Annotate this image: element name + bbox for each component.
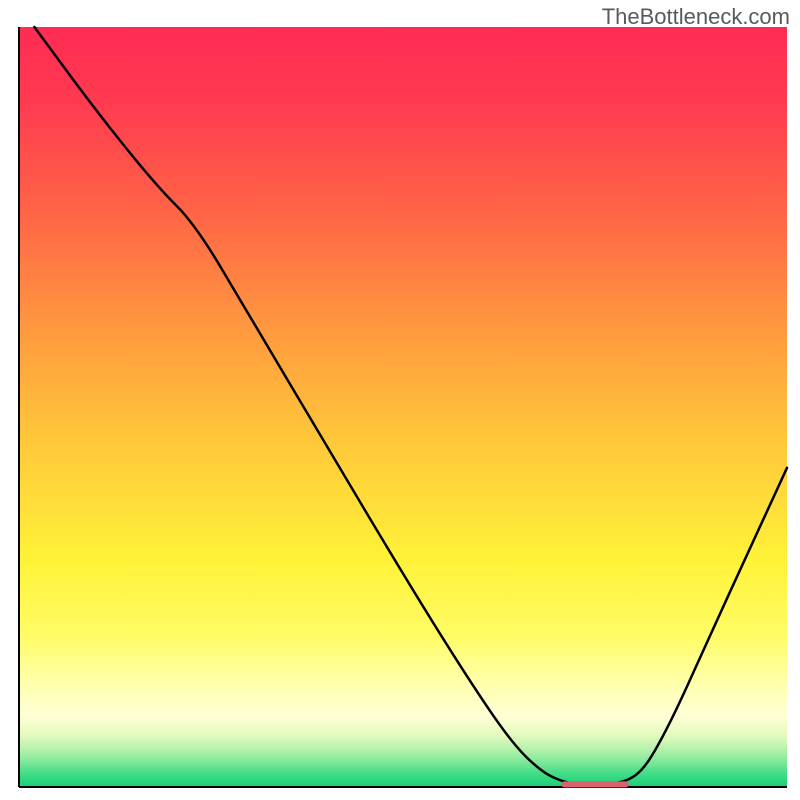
plot-background: [19, 27, 787, 787]
axes-frame: [19, 27, 787, 787]
watermark-text: TheBottleneck.com: [602, 4, 790, 30]
bottleneck-chart: [0, 0, 800, 800]
